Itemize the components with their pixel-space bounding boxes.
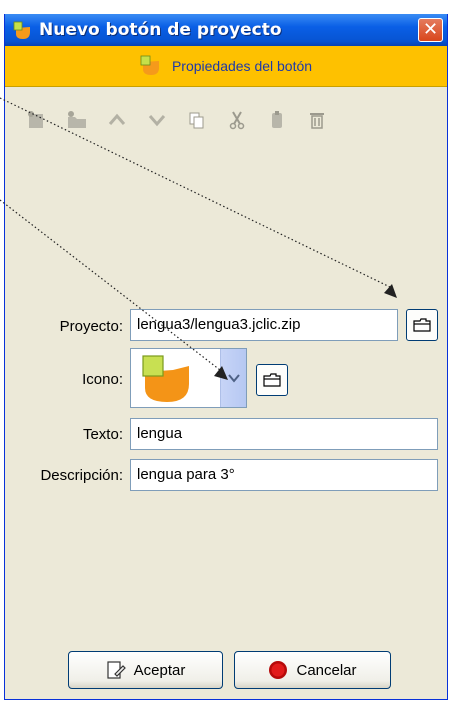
descripcion-label: Descripción: <box>40 467 123 484</box>
jclic-icon <box>13 20 33 40</box>
combo-dropdown-button[interactable] <box>220 349 246 407</box>
icono-browse-button[interactable] <box>256 364 288 396</box>
add-folder-button[interactable] <box>62 105 92 135</box>
close-icon: ✕ <box>422 19 439 40</box>
cut-icon <box>229 111 245 130</box>
title-bar[interactable]: Nuevo botón de proyecto ✕ <box>5 14 447 46</box>
proyecto-label: Proyecto: <box>59 318 123 335</box>
header-title: Propiedades del botón <box>171 58 313 74</box>
proyecto-browse-button[interactable] <box>406 309 438 341</box>
icono-label: Icono: <box>82 371 123 388</box>
texto-label: Texto: <box>82 426 123 443</box>
stop-icon <box>268 660 288 680</box>
edit-page-icon <box>106 660 126 680</box>
accept-label: Aceptar <box>133 661 186 679</box>
texto-field[interactable]: lengua <box>130 418 438 450</box>
window-title: Nuevo botón de proyecto <box>39 20 282 40</box>
copy-icon <box>189 112 204 129</box>
move-up-button[interactable] <box>102 105 132 135</box>
delete-icon <box>310 113 324 129</box>
add-folder-icon <box>68 111 86 128</box>
chevron-down-icon <box>228 374 240 383</box>
add-page-button[interactable] <box>22 105 52 135</box>
background-strip <box>0 0 456 14</box>
move-up-icon <box>108 113 126 125</box>
move-down-button[interactable] <box>142 105 172 135</box>
move-down-icon <box>148 115 166 127</box>
jclic-icon <box>140 55 162 77</box>
folder-icon <box>413 318 431 332</box>
delete-button[interactable] <box>302 105 332 135</box>
folder-icon <box>263 373 281 387</box>
properties-header: Propiedades del botón <box>5 46 447 87</box>
icono-combo[interactable] <box>130 348 247 408</box>
descripcion-field[interactable]: lengua para 3° <box>130 459 438 491</box>
cancel-label: Cancelar <box>296 661 357 679</box>
proyecto-field[interactable]: lengua3/lengua3.jclic.zip <box>130 309 398 341</box>
cancel-button[interactable]: Cancelar <box>234 651 391 689</box>
accept-button[interactable]: Aceptar <box>68 651 223 689</box>
close-button[interactable]: ✕ <box>418 18 443 42</box>
add-page-icon <box>28 111 43 128</box>
paste-button[interactable] <box>262 105 292 135</box>
jclic-icon <box>139 354 195 408</box>
cut-button[interactable] <box>222 105 252 135</box>
paste-icon <box>272 111 282 128</box>
toolbar <box>22 105 342 135</box>
copy-button[interactable] <box>182 105 212 135</box>
